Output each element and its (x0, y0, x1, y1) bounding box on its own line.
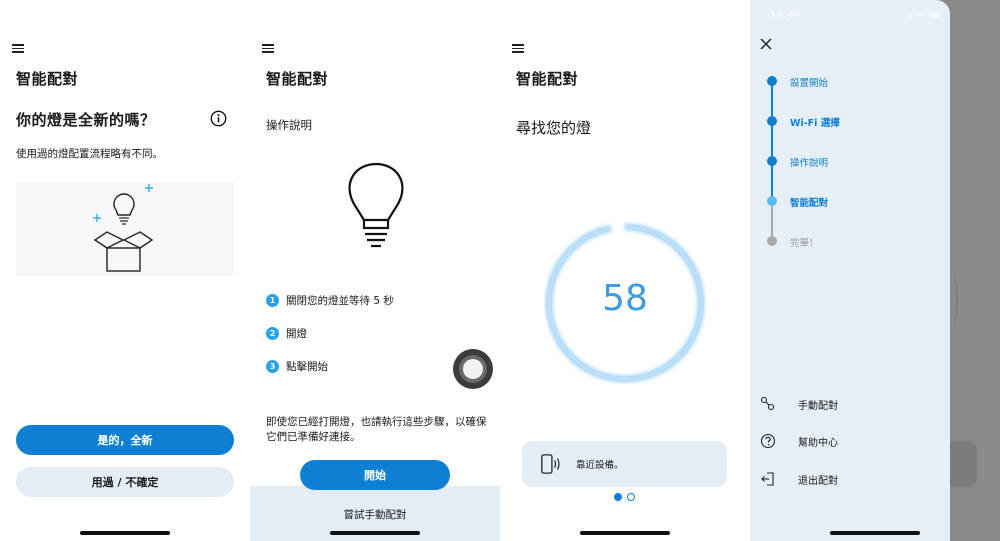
timeline-item-wifi[interactable]: Wi-Fi 選擇 (790, 115, 840, 129)
timeline-line-done (771, 80, 773, 201)
menu-label: 幫助中心 (798, 437, 838, 449)
step-text: 開燈 (286, 328, 307, 340)
manual-pair-icon (760, 396, 775, 411)
yes-new-button[interactable]: 是的，全新 (16, 425, 234, 455)
bulb-icon (113, 193, 135, 225)
page-dot-active[interactable] (614, 493, 622, 501)
searching-text: 尋找您的燈 (516, 119, 592, 137)
page-indicator (614, 493, 635, 501)
timeline-dot-current (767, 196, 777, 206)
timeline-item-setup[interactable]: 設置開始 (790, 75, 828, 89)
status-icons (906, 10, 940, 23)
timeline-item-smart-pair[interactable]: 智能配對 (790, 195, 828, 209)
timeline-dot-pending (767, 236, 777, 246)
home-indicator (330, 531, 420, 535)
subtitle: 使用過的燈配置流程略有不同。 (16, 148, 163, 160)
timeline-item-done: 完畢！ (790, 238, 819, 249)
status-time: 12:40 (769, 9, 801, 20)
step-text: 點擊開始 (286, 361, 328, 373)
screen-new-light-question: 智能配對 你的燈是全新的嗎？ 使用過的燈配置流程略有不同。 是的，全新 用過 /… (0, 0, 250, 541)
bulb-icon (348, 162, 404, 248)
step-number: 2 (266, 327, 279, 340)
menu-icon[interactable] (262, 44, 274, 53)
step-text: 關閉您的燈並等待 5 秒 (286, 295, 394, 307)
close-icon[interactable] (760, 38, 772, 50)
assistive-touch-button[interactable] (453, 349, 493, 389)
menu-help-center[interactable]: 幫助中心 (760, 431, 940, 451)
timeline-line-pending (771, 201, 773, 241)
cellular-icon (906, 12, 913, 19)
question-heading: 你的燈是全新的嗎？ (16, 111, 156, 129)
exit-icon (761, 472, 774, 486)
timeline-dot (767, 76, 777, 86)
home-indicator (80, 531, 170, 535)
menu-exit-pair[interactable]: 退出配對 (760, 469, 940, 489)
battery-icon (929, 12, 939, 18)
countdown-number: 58 (602, 278, 648, 319)
section-label: 操作說明 (266, 118, 312, 132)
help-icon (760, 433, 776, 449)
home-indicator (830, 531, 920, 535)
start-button[interactable]: 開始 (300, 460, 450, 490)
wifi-icon (915, 11, 927, 17)
manual-pair-button[interactable]: 嘗試手動配對 (344, 507, 407, 541)
dimmed-near-card (950, 441, 977, 487)
menu-icon[interactable] (12, 44, 24, 53)
timeline-dot (767, 116, 777, 126)
menu-manual-pair[interactable]: 手動配對 (760, 394, 940, 414)
timeline-item-instructions[interactable]: 操作說明 (790, 155, 828, 169)
menu-label: 退出配對 (798, 475, 838, 487)
info-icon[interactable] (210, 110, 227, 127)
page-dot[interactable] (627, 493, 635, 501)
home-indicator (580, 531, 670, 535)
step-3: 3 點擊開始 (266, 359, 328, 374)
page-title: 智能配對 (266, 70, 329, 88)
near-device-text: 靠近設備。 (576, 460, 624, 471)
menu-icon[interactable] (512, 44, 524, 53)
instruction-note: 即使您已經打開燈，也請執行這些步驟，以確保它們已準備好連接。 (266, 416, 487, 443)
step-number: 1 (266, 294, 279, 307)
page-title: 智能配對 (516, 70, 579, 88)
used-unsure-button[interactable]: 用過 / 不確定 (16, 467, 234, 497)
sparkle-icon (93, 184, 153, 222)
step-number: 3 (266, 360, 279, 373)
screen-progress-drawer: 12:40 設置開始 Wi-Fi 選擇 操作說明 智能配對 完畢！ 手動配對 幫… (750, 0, 1000, 541)
screen-instructions: 智能配對 操作說明 1 關閉您的燈並等待 5 秒 2 開燈 3 點擊開始 即使您… (250, 0, 500, 541)
step-2: 2 開燈 (266, 326, 307, 341)
step-1: 1 關閉您的燈並等待 5 秒 (266, 293, 394, 308)
box-icon (93, 231, 154, 272)
new-bulb-illustration (16, 182, 234, 276)
progress-drawer: 12:40 設置開始 Wi-Fi 選擇 操作說明 智能配對 完畢！ 手動配對 幫… (750, 0, 950, 541)
near-device-card: 靠近設備。 (522, 441, 727, 487)
timeline-dot (767, 156, 777, 166)
page-title: 智能配對 (16, 70, 79, 88)
screen-searching: 智能配對 尋找您的燈 58 靠近設備。 (500, 0, 750, 541)
menu-label: 手動配對 (798, 400, 838, 412)
phone-signal-icon (541, 454, 560, 474)
